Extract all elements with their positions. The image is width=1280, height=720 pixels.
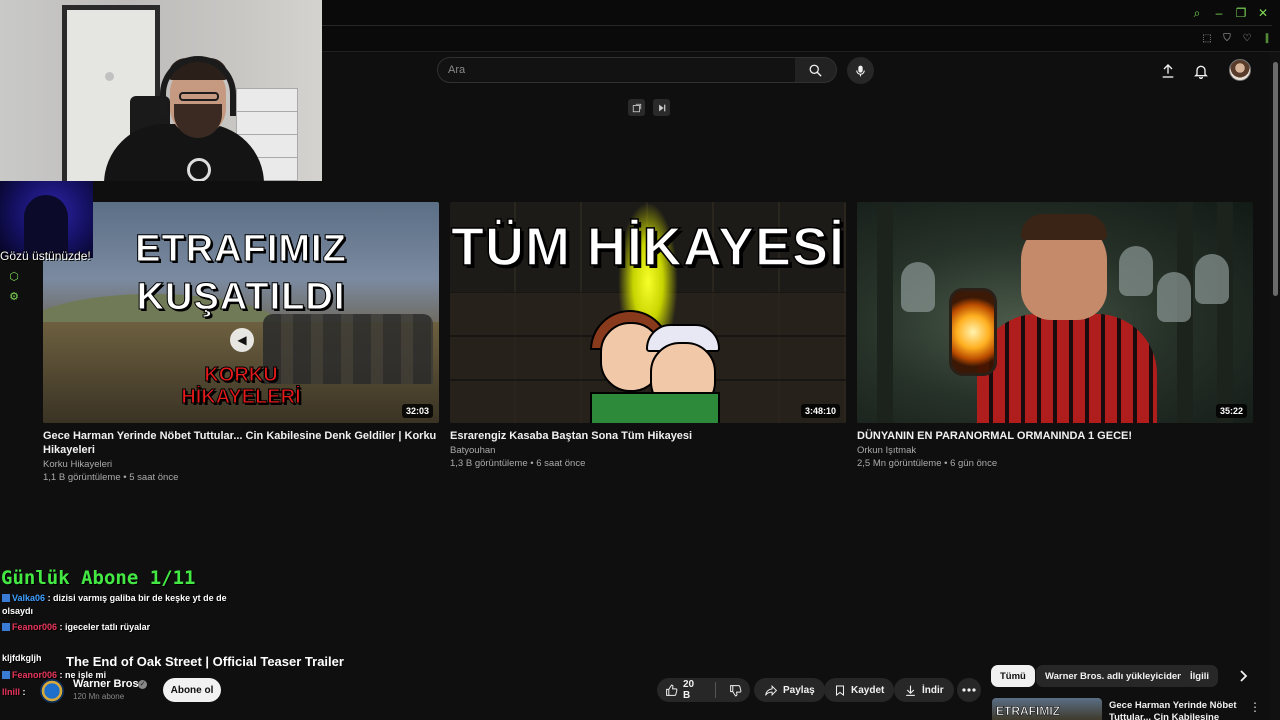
video-channel[interactable]: Korku Hikayeleri <box>43 459 439 470</box>
microphone-icon <box>856 65 865 76</box>
menu-bars-icon[interactable]: ∥ <box>1260 31 1274 45</box>
thumbs-up-icon <box>666 684 678 696</box>
alert-overlay <box>0 181 93 258</box>
video-card[interactable]: TÜM HİKAYESİ 3:48:10 Esrarengiz Kasaba B… <box>450 202 846 469</box>
thumbs-down-icon <box>730 684 742 696</box>
search-button[interactable] <box>795 57 837 83</box>
search-input[interactable] <box>437 57 796 83</box>
video-meta: 1,1 B görüntüleme • 5 saat önce <box>43 472 179 483</box>
like-button[interactable]: 20 B <box>657 678 710 702</box>
overlay-side-icons: ⬡ ⚙ <box>8 271 20 303</box>
like-dislike-group: 20 B <box>657 678 750 702</box>
scrollbar-thumb[interactable] <box>1273 62 1278 296</box>
video-thumbnail[interactable]: 35:22 <box>857 202 1253 423</box>
account-avatar[interactable] <box>1229 59 1251 81</box>
save-button[interactable]: Kaydet <box>824 678 895 702</box>
heart-icon[interactable]: ♡ <box>1240 31 1254 45</box>
dislike-button[interactable] <box>721 678 750 702</box>
video-meta: 1,3 B görüntüleme • 6 saat önce <box>450 458 586 469</box>
video-thumbnail[interactable]: ETRAFIMIZ KUŞATILDI ◀ KORKU HİKAYELERİ 3… <box>43 202 439 423</box>
close-icon[interactable]: ✕ <box>1256 6 1270 20</box>
chip-all[interactable]: Tümü <box>991 665 1035 687</box>
page-scrollbar[interactable] <box>1270 52 1280 720</box>
related-video-thumbnail[interactable]: ETRAFIMIZ <box>992 698 1102 720</box>
chips-next-button[interactable] <box>1233 666 1253 686</box>
like-count: 20 B <box>683 679 695 701</box>
download-button[interactable]: İndir <box>894 678 954 702</box>
thumbnail-text: KUŞATILDI <box>136 276 346 319</box>
window-controls: ⌕ – ❐ ✕ <box>1190 6 1270 21</box>
extension-icons: ⬚ ⛉ ♡ ∥ <box>1200 31 1274 45</box>
shield-icon[interactable]: ⛉ <box>1220 31 1234 45</box>
video-meta: 2,5 Mn görüntüleme • 6 gün önce <box>857 458 998 469</box>
next-track-icon <box>658 104 665 111</box>
miniplayer-controls <box>628 99 670 116</box>
more-actions-button[interactable] <box>957 678 981 702</box>
chat-message: Feanor006 : igeceler tatlı rüyalar <box>2 621 242 634</box>
chat-message: llnill : <box>2 687 26 697</box>
more-horizontal-icon <box>962 688 976 692</box>
related-video-title[interactable]: Gece Harman Yerinde Nöbet Tuttular... Ci… <box>1109 700 1239 720</box>
video-title[interactable]: DÜNYANIN EN PARANORMAL ORMANINDA 1 GECE! <box>857 429 1253 443</box>
chip-related[interactable]: İlgili <box>1181 665 1218 687</box>
upload-icon <box>1162 64 1174 78</box>
voice-search-button[interactable] <box>847 57 874 84</box>
zoom-icon[interactable]: ⌕ <box>1190 6 1204 20</box>
thumbnail-text: KORKU <box>204 364 278 387</box>
notifications-button[interactable] <box>1189 59 1213 83</box>
next-button[interactable] <box>653 99 670 116</box>
lantern-image <box>949 288 997 376</box>
miniplayer-icon <box>632 103 641 112</box>
video-duration: 32:03 <box>401 404 433 418</box>
chip-uploader[interactable]: Warner Bros. adlı yükleyiciden <box>1036 665 1192 687</box>
video-channel[interactable]: Batyouhan <box>450 445 846 456</box>
tab-divider <box>322 25 1272 26</box>
volume-icon[interactable]: ◀ <box>230 328 254 352</box>
chevron-right-icon <box>1239 670 1247 682</box>
video-thumbnail[interactable]: TÜM HİKAYESİ 3:48:10 <box>450 202 846 423</box>
video-title[interactable]: Esrarengiz Kasaba Baştan Sona Tüm Hikaye… <box>450 429 846 443</box>
daily-subscriber-goal: Günlük Abone 1/11 <box>1 567 196 589</box>
video-duration: 35:22 <box>1215 404 1247 418</box>
thumbnail-text: HİKAYELERİ <box>181 386 301 409</box>
video-duration: 3:48:10 <box>800 404 840 418</box>
puzzle-icon[interactable]: ⬡ <box>8 271 20 283</box>
video-card[interactable]: ETRAFIMIZ KUŞATILDI ◀ KORKU HİKAYELERİ 3… <box>43 202 439 483</box>
video-card[interactable]: 35:22 DÜNYANIN EN PARANORMAL ORMANINDA 1… <box>857 202 1253 469</box>
stream-chat: Valka06 : dizisi varmış galiba bir de ke… <box>2 592 242 699</box>
webcam-overlay <box>0 0 322 181</box>
thumbnail-text: ETRAFIMIZ <box>135 228 347 271</box>
chat-message: Feanor006 : ne işle mi <box>2 669 242 682</box>
share-button[interactable]: Paylaş <box>754 678 825 702</box>
chat-message: kljfdkgljh <box>2 653 42 663</box>
video-channel[interactable]: Orkun Işıtmak <box>857 445 1253 456</box>
download-icon <box>906 685 915 696</box>
related-video-menu-icon[interactable]: ⋮ <box>1249 700 1261 714</box>
upload-button[interactable] <box>1156 59 1180 83</box>
minimize-icon[interactable]: – <box>1212 6 1226 20</box>
video-title[interactable]: Gece Harman Yerinde Nöbet Tuttular... Ci… <box>43 429 439 457</box>
overlay-caption: Gözü üstünüzde! <box>0 249 91 263</box>
share-icon <box>765 684 778 696</box>
chat-message: Valka06 : dizisi varmış galiba bir de ke… <box>2 593 227 616</box>
screenshot-icon[interactable]: ⬚ <box>1200 31 1214 45</box>
search-icon <box>809 64 822 77</box>
thumbnail-text: TÜM HİKAYESİ <box>450 216 846 278</box>
restore-icon[interactable]: ❐ <box>1234 6 1248 20</box>
gear-icon[interactable]: ⚙ <box>8 291 20 303</box>
bookmark-icon <box>836 685 844 696</box>
miniplayer-button[interactable] <box>628 99 645 116</box>
bell-icon <box>1194 65 1208 79</box>
